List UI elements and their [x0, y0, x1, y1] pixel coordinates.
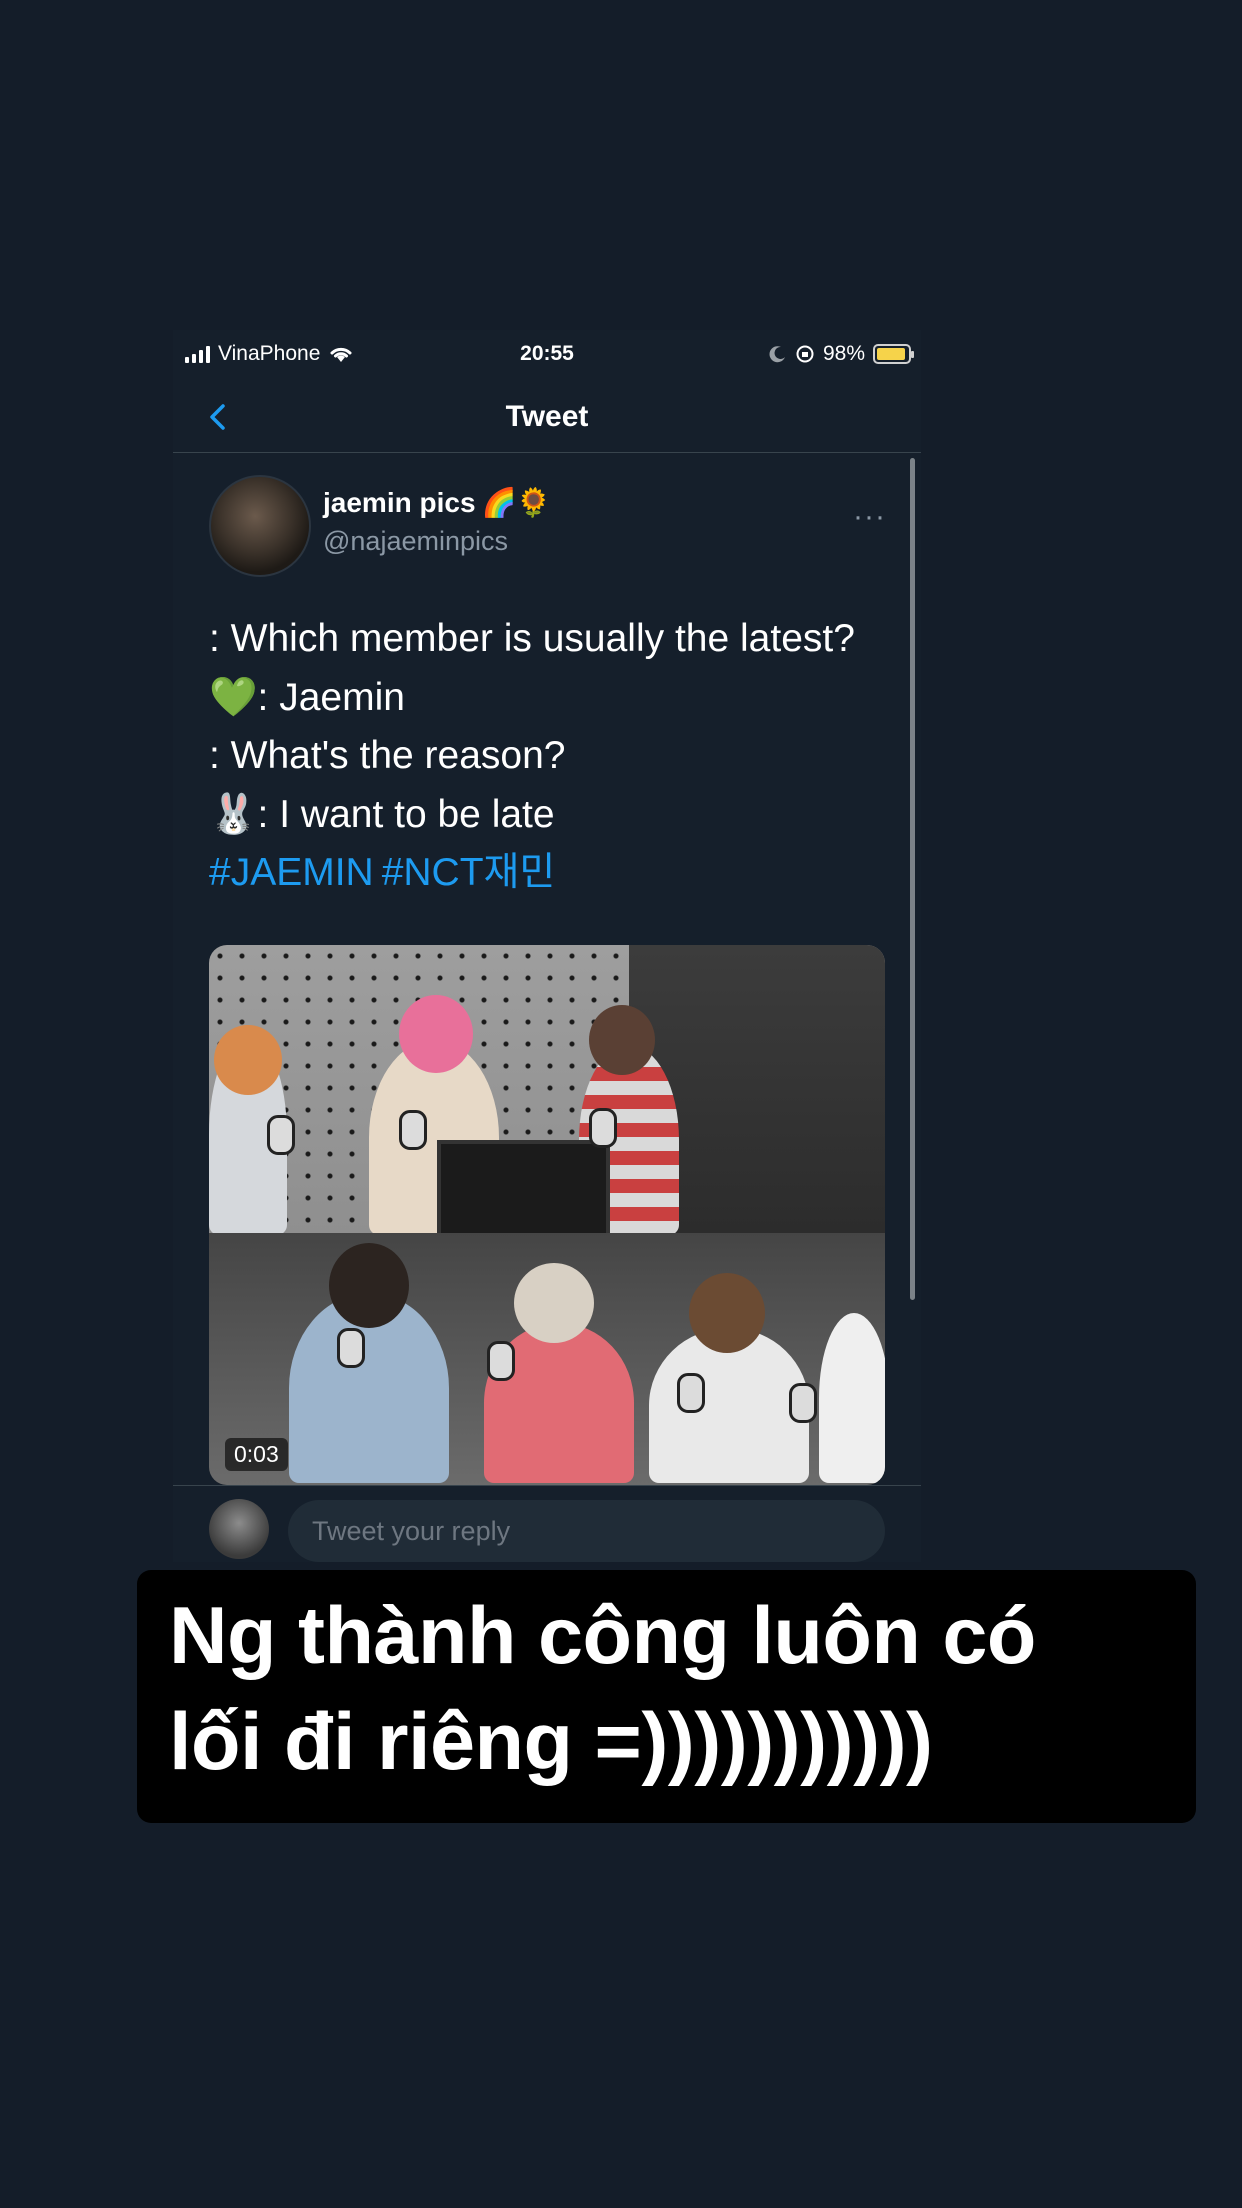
status-bar: VinaPhone 20:55 98% [173, 330, 921, 380]
battery-icon [873, 344, 914, 364]
navigation-header: Tweet [173, 382, 921, 453]
tweet-line: : Which member is usually the latest? [209, 617, 855, 660]
video-duration: 0:03 [225, 1438, 288, 1471]
more-options-icon[interactable]: ··· [853, 500, 886, 534]
author-name: jaemin pics [323, 486, 476, 518]
tweet-line: 💚: Jaemin [209, 675, 405, 719]
tweet-line: : What's the reason? [209, 734, 566, 777]
video-bottom-panel [209, 1233, 885, 1485]
battery-percent: 98% [822, 342, 865, 365]
author-avatar[interactable] [209, 475, 311, 577]
tweet-line: 🐰: I want to be late [209, 792, 555, 836]
hashtag-link[interactable]: #JAEMIN [209, 851, 374, 894]
status-right-group: 98% [769, 342, 914, 366]
scrollbar[interactable] [910, 458, 915, 1300]
tweet-text: : Which member is usually the latest? 💚:… [209, 610, 855, 903]
divider [173, 1485, 921, 1486]
caption-line-1: Ng thành công luôn có [169, 1591, 1036, 1681]
reply-input[interactable] [288, 1500, 885, 1562]
rotation-lock-icon [796, 345, 814, 363]
author-name-group[interactable]: jaemin pics 🌈🌻 [323, 486, 551, 519]
hashtag-link[interactable]: #NCT재민 [382, 851, 556, 894]
story-caption: Ng thành công luôn có lối đi riêng =))))… [137, 1570, 1196, 1823]
caption-line-2: lối đi riêng =))))))))))) [169, 1697, 933, 1787]
page-title: Tweet [505, 400, 589, 433]
author-name-emoji: 🌈🌻 [481, 487, 552, 518]
moon-icon [769, 346, 785, 363]
user-avatar[interactable] [209, 1499, 269, 1559]
author-handle[interactable]: @najaeminpics [323, 526, 508, 557]
video-thumbnail[interactable]: 0:03 [209, 945, 885, 1485]
tweet-screenshot: VinaPhone 20:55 98% Tweet jaemin pics 🌈🌻… [173, 330, 921, 1562]
hashtags: #JAEMIN #NCT재민 [209, 844, 855, 903]
video-top-panel [209, 945, 885, 1238]
